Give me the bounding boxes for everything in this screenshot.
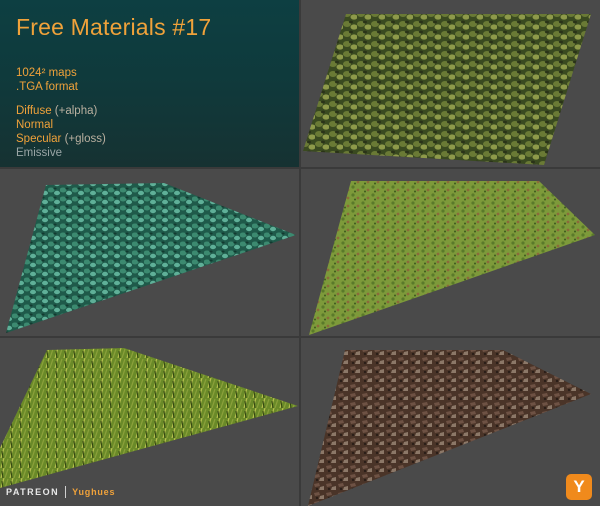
author-name: Yughues bbox=[72, 487, 116, 497]
diffuse-note: (+alpha) bbox=[54, 105, 98, 117]
patreon-brand[interactable]: PATREON Yughues bbox=[6, 486, 115, 498]
specular-note: (+gloss) bbox=[64, 133, 106, 145]
bark-mulch-material-plane bbox=[308, 350, 591, 506]
tall-grass-material-plane bbox=[0, 348, 298, 488]
ivy-material-plane bbox=[303, 14, 591, 165]
viewport-bark-mulch: Y bbox=[301, 338, 600, 506]
maps-size: 1024² maps bbox=[16, 67, 77, 79]
diffuse-line: Diffuse (+alpha) bbox=[16, 104, 97, 118]
specular-line: Specular (+gloss) bbox=[16, 132, 106, 146]
patreon-wordmark: PATREON bbox=[6, 487, 60, 497]
green-grass-material-plane bbox=[309, 181, 595, 335]
brand-divider bbox=[65, 486, 67, 498]
viewport-tall-grass: PATREON Yughues bbox=[0, 338, 299, 506]
normal-line: Normal bbox=[16, 119, 54, 131]
logo-letter: Y bbox=[573, 477, 585, 496]
viewport-green-grass bbox=[301, 169, 600, 336]
info-panel: Free Materials #17 1024² maps .TGA forma… bbox=[0, 0, 299, 167]
diffuse-label: Diffuse bbox=[16, 105, 52, 117]
emissive-line: Emissive bbox=[16, 147, 63, 159]
viewport-teal-leaves bbox=[0, 169, 299, 336]
viewport-ivy bbox=[301, 0, 600, 167]
yughues-logo-icon[interactable]: Y bbox=[566, 474, 592, 500]
page-title: Free Materials #17 bbox=[16, 14, 212, 40]
teal-leaves-material-plane bbox=[6, 183, 296, 333]
specular-label: Specular bbox=[16, 133, 62, 145]
file-format: .TGA format bbox=[16, 81, 78, 93]
materials-grid: Free Materials #17 1024² maps .TGA forma… bbox=[0, 0, 600, 506]
